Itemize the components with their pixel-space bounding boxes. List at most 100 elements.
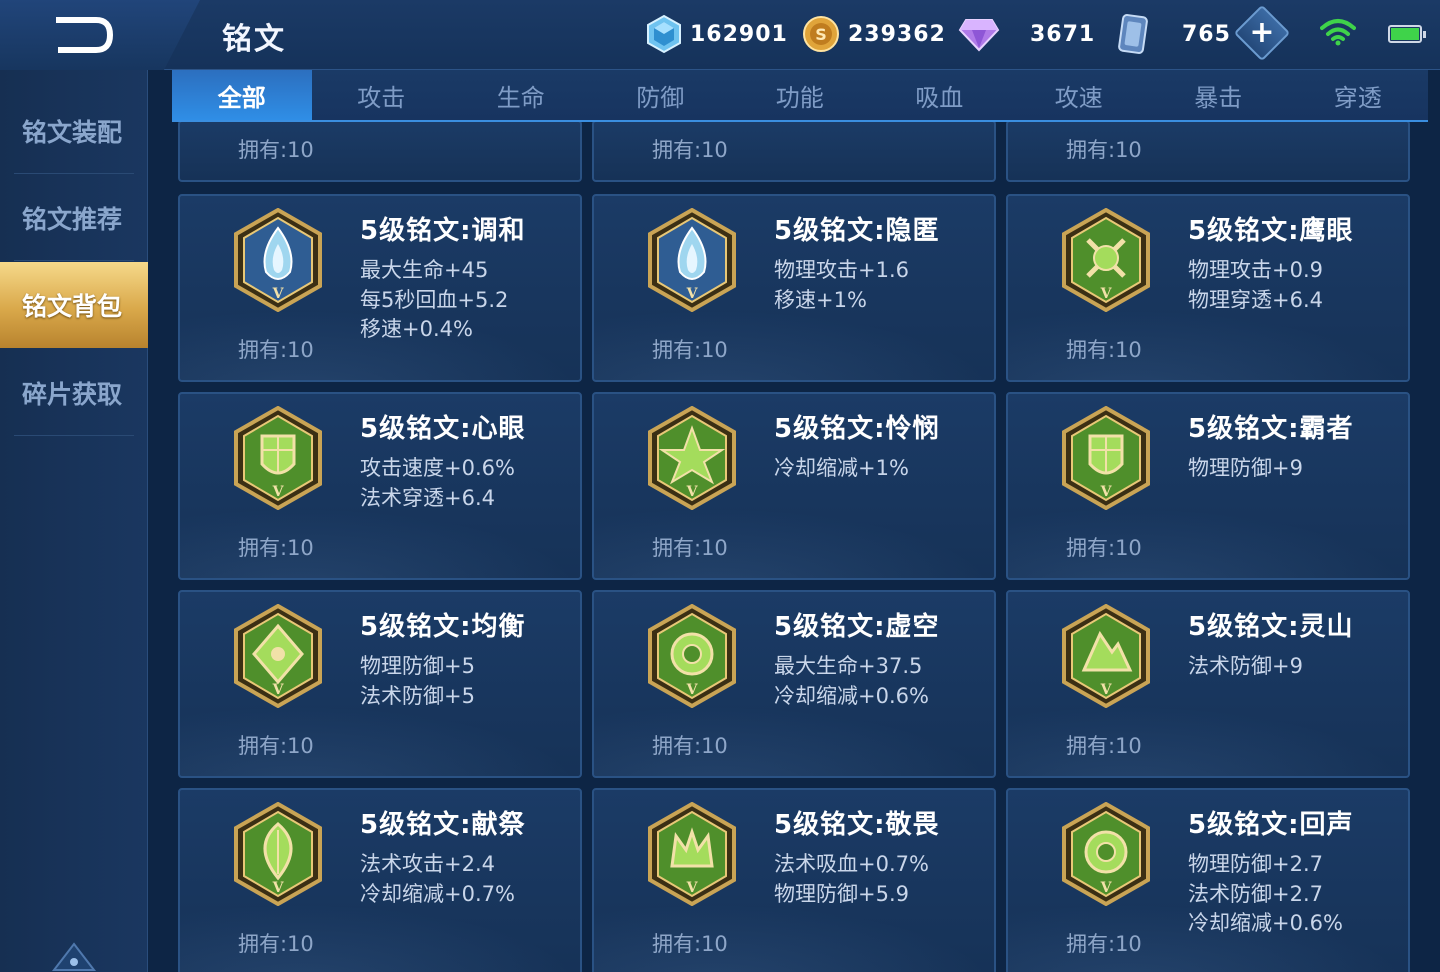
sidebar-item-label: 铭文背包 [22,292,123,321]
rune-stat: 法术吸血+0.7% [774,852,929,876]
rune-emblem-icon: V [648,208,736,312]
rune-stat: 物理攻击+0.9 [1188,258,1323,282]
rune-emblem-icon: V [234,604,322,708]
tab-defense[interactable]: 防御 [591,70,731,120]
owned-count: 拥有:10 [652,734,728,758]
sidebar: 铭文装配 铭文推荐 铭文背包 碎片获取 [0,70,148,972]
rune-stat: 法术攻击+2.4 [360,852,495,876]
rune-emblem-icon: V [648,802,736,906]
sidebar-item-rune-equip[interactable]: 铭文装配 [0,88,148,174]
sidebar-item-fragment-obtain[interactable]: 碎片获取 [0,350,148,436]
scroll-up-icon[interactable] [50,940,98,972]
svg-text:S: S [815,25,827,44]
tab-health[interactable]: 生命 [451,70,591,120]
rune-emblem-icon: V [648,406,736,510]
rune-emblem-icon: V [1062,406,1150,510]
card-currency[interactable]: 765 [1116,12,1231,56]
rune-emblem-icon: V [1062,802,1150,906]
owned-count: 拥有:10 [238,138,314,162]
owned-count: 拥有:10 [238,536,314,560]
rune-emblem-icon: V [648,604,736,708]
tab-attack[interactable]: 攻击 [312,70,452,120]
owned-count: 拥有:10 [238,932,314,956]
rune-emblem-icon: V [234,208,322,312]
rune-name: 5级铭文:灵山 [1188,612,1354,642]
wifi-icon [1320,19,1356,46]
sidebar-item-rune-recommend[interactable]: 铭文推荐 [0,175,148,261]
rune-name: 5级铭文:虚空 [774,612,940,642]
owned-count: 拥有:10 [652,138,728,162]
rune-card[interactable]: V 5级铭文:怜悯 冷却缩减+1% 拥有:10 [592,392,996,580]
diamond-currency[interactable]: 162901 [646,12,788,56]
card-count: 765 [1182,21,1231,47]
rune-stat: 物理防御+5 [360,654,475,678]
page-title: 铭文 [222,22,286,57]
rune-stat: 法术防御+9 [1188,654,1303,678]
rune-card[interactable]: V 5级铭文:灵山 法术防御+9 拥有:10 [1006,590,1410,778]
top-bar: 铭文 162901 S 239362 3671 765 + [0,0,1440,70]
coin-currency[interactable]: S 239362 [802,12,946,56]
tab-attack-speed[interactable]: 攻速 [1009,70,1149,120]
rune-stat: 最大生命+45 [360,258,489,282]
category-tabs: 全部 攻击 生命 防御 功能 吸血 攻速 暴击 穿透 [172,70,1428,122]
rune-card[interactable]: 拥有:10 [178,122,582,182]
svg-text:V: V [272,286,285,302]
sidebar-item-label: 铭文推荐 [22,205,123,234]
rune-card[interactable]: V 5级铭文:献祭 法术攻击+2.4 冷却缩减+0.7% 拥有:10 [178,788,582,972]
diamond-count: 162901 [690,21,788,47]
rune-card[interactable]: V 5级铭文:霸者 物理防御+9 拥有:10 [1006,392,1410,580]
add-currency-button[interactable]: + [1233,4,1291,62]
rune-name: 5级铭文:献祭 [360,810,526,840]
owned-count: 拥有:10 [1066,338,1142,362]
rune-stat: 物理穿透+6.4 [1188,287,1323,312]
svg-text:V: V [272,682,285,698]
svg-text:V: V [686,880,699,896]
rune-name: 5级铭文:鹰眼 [1188,216,1354,246]
owned-count: 拥有:10 [652,338,728,362]
rune-card[interactable]: 拥有:10 [1006,122,1410,182]
tab-utility[interactable]: 功能 [730,70,870,120]
svg-text:V: V [686,682,699,698]
diamond-icon [647,14,681,54]
rune-stat: 物理防御+2.7 [1188,852,1323,876]
rune-stat: 法术防御+5 [360,683,475,708]
rune-card[interactable]: V 5级铭文:均衡 物理防御+5 法术防御+5 拥有:10 [178,590,582,778]
rune-stat: 攻击速度+0.6% [360,456,515,480]
back-arrow-icon [56,17,113,53]
tab-critical[interactable]: 暴击 [1149,70,1289,120]
sidebar-item-rune-bag[interactable]: 铭文背包 [0,262,148,348]
owned-count: 拥有:10 [1066,734,1142,758]
rune-emblem-icon: V [1062,208,1150,312]
back-button[interactable] [0,0,200,70]
gold-coin-icon: S [803,16,839,52]
gem-currency[interactable]: 3671 [958,12,1095,56]
rune-card[interactable]: V 5级铭文:心眼 攻击速度+0.6% 法术穿透+6.4 拥有:10 [178,392,582,580]
tab-lifesteal[interactable]: 吸血 [870,70,1010,120]
svg-text:V: V [1100,286,1113,302]
svg-text:V: V [1100,484,1113,500]
rune-grid: 拥有:10 拥有:10 拥有:10 V 5级铭文:调和 最大生命+45 每5秒回血+5… [170,122,1426,972]
rune-stat: 物理防御+9 [1188,456,1303,480]
rune-card[interactable]: V 5级铭文:调和 最大生命+45 每5秒回血+5.2 移速+0.4% 拥有:10 [178,194,582,382]
rune-card[interactable]: V 5级铭文:隐匿 物理攻击+1.6 移速+1% 拥有:10 [592,194,996,382]
svg-text:V: V [1100,880,1113,896]
rune-stat: 物理防御+5.9 [774,881,909,906]
tab-penetration[interactable]: 穿透 [1288,70,1428,120]
rune-card[interactable]: V 5级铭文:虚空 最大生命+37.5 冷却缩减+0.6% 拥有:10 [592,590,996,778]
rune-stat: 法术穿透+6.4 [360,485,495,510]
rune-stat: 法术防御+2.7 [1188,881,1323,906]
tab-all[interactable]: 全部 [172,70,312,120]
rune-name: 5级铭文:均衡 [360,612,526,642]
rune-card[interactable]: V 5级铭文:敬畏 法术吸血+0.7% 物理防御+5.9 拥有:10 [592,788,996,972]
svg-text:V: V [686,484,699,500]
plus-icon: + [1249,15,1275,50]
rune-card[interactable]: V 5级铭文:回声 物理防御+2.7 法术防御+2.7 冷却缩减+0.6% 拥有:10 [1006,788,1410,972]
owned-count: 拥有:10 [652,932,728,956]
owned-count: 拥有:10 [652,536,728,560]
rune-card[interactable]: 拥有:10 [592,122,996,182]
rune-name: 5级铭文:隐匿 [774,216,940,246]
svg-text:V: V [686,286,699,302]
sidebar-item-label: 铭文装配 [22,118,123,147]
rune-stat: 每5秒回血+5.2 [360,287,509,312]
rune-card[interactable]: V 5级铭文:鹰眼物理攻击+0.9 物理穿透+6.4 拥有:10 [1006,194,1410,382]
